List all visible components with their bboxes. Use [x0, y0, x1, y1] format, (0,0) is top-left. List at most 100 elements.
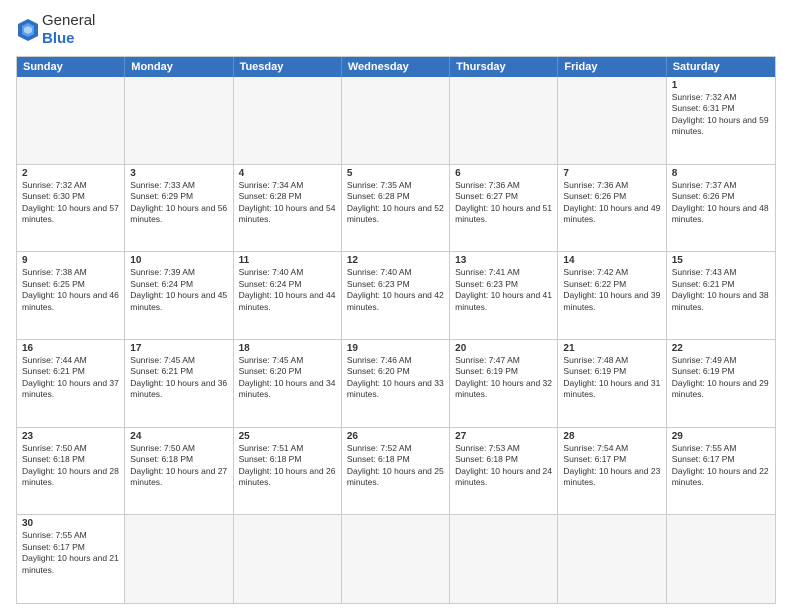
cell-text: Sunrise: 7:39 AM Sunset: 6:24 PM Dayligh… [130, 267, 227, 313]
calendar-cell: 18Sunrise: 7:45 AM Sunset: 6:20 PM Dayli… [234, 340, 342, 427]
calendar-cell: 1Sunrise: 7:32 AM Sunset: 6:31 PM Daylig… [667, 77, 775, 164]
calendar-cell: 3Sunrise: 7:33 AM Sunset: 6:29 PM Daylig… [125, 165, 233, 252]
cell-text: Sunrise: 7:41 AM Sunset: 6:23 PM Dayligh… [455, 267, 552, 313]
cell-text: Sunrise: 7:55 AM Sunset: 6:17 PM Dayligh… [22, 530, 119, 576]
calendar-cell: 26Sunrise: 7:52 AM Sunset: 6:18 PM Dayli… [342, 428, 450, 515]
day-number: 8 [672, 168, 770, 179]
calendar-cell: 20Sunrise: 7:47 AM Sunset: 6:19 PM Dayli… [450, 340, 558, 427]
cell-text: Sunrise: 7:34 AM Sunset: 6:28 PM Dayligh… [239, 180, 336, 226]
cell-text: Sunrise: 7:33 AM Sunset: 6:29 PM Dayligh… [130, 180, 227, 226]
day-number: 23 [22, 431, 119, 442]
weekday-header-monday: Monday [125, 57, 233, 77]
calendar-cell: 14Sunrise: 7:42 AM Sunset: 6:22 PM Dayli… [558, 252, 666, 339]
cell-text: Sunrise: 7:54 AM Sunset: 6:17 PM Dayligh… [563, 443, 660, 489]
calendar-row-0: 1Sunrise: 7:32 AM Sunset: 6:31 PM Daylig… [17, 77, 775, 165]
calendar-row-5: 30Sunrise: 7:55 AM Sunset: 6:17 PM Dayli… [17, 515, 775, 603]
cell-text: Sunrise: 7:45 AM Sunset: 6:20 PM Dayligh… [239, 355, 336, 401]
calendar-cell: 30Sunrise: 7:55 AM Sunset: 6:17 PM Dayli… [17, 515, 125, 603]
calendar-cell [234, 77, 342, 164]
cell-text: Sunrise: 7:32 AM Sunset: 6:31 PM Dayligh… [672, 92, 770, 138]
day-number: 15 [672, 255, 770, 266]
cell-text: Sunrise: 7:46 AM Sunset: 6:20 PM Dayligh… [347, 355, 444, 401]
day-number: 27 [455, 431, 552, 442]
calendar-cell [342, 515, 450, 603]
day-number: 6 [455, 168, 552, 179]
calendar-cell [558, 77, 666, 164]
day-number: 3 [130, 168, 227, 179]
day-number: 4 [239, 168, 336, 179]
weekday-header-sunday: Sunday [17, 57, 125, 77]
day-number: 21 [563, 343, 660, 354]
logo: General Blue [16, 12, 95, 48]
day-number: 26 [347, 431, 444, 442]
day-number: 2 [22, 168, 119, 179]
cell-text: Sunrise: 7:38 AM Sunset: 6:25 PM Dayligh… [22, 267, 119, 313]
calendar-cell: 15Sunrise: 7:43 AM Sunset: 6:21 PM Dayli… [667, 252, 775, 339]
day-number: 9 [22, 255, 119, 266]
weekday-header-thursday: Thursday [450, 57, 558, 77]
calendar-cell: 16Sunrise: 7:44 AM Sunset: 6:21 PM Dayli… [17, 340, 125, 427]
cell-text: Sunrise: 7:36 AM Sunset: 6:26 PM Dayligh… [563, 180, 660, 226]
calendar-cell [342, 77, 450, 164]
weekday-header-friday: Friday [558, 57, 666, 77]
calendar-cell: 8Sunrise: 7:37 AM Sunset: 6:26 PM Daylig… [667, 165, 775, 252]
calendar-row-4: 23Sunrise: 7:50 AM Sunset: 6:18 PM Dayli… [17, 428, 775, 516]
day-number: 20 [455, 343, 552, 354]
calendar-cell: 28Sunrise: 7:54 AM Sunset: 6:17 PM Dayli… [558, 428, 666, 515]
calendar-cell: 23Sunrise: 7:50 AM Sunset: 6:18 PM Dayli… [17, 428, 125, 515]
day-number: 25 [239, 431, 336, 442]
calendar-cell [125, 77, 233, 164]
calendar-cell: 9Sunrise: 7:38 AM Sunset: 6:25 PM Daylig… [17, 252, 125, 339]
cell-text: Sunrise: 7:55 AM Sunset: 6:17 PM Dayligh… [672, 443, 770, 489]
day-number: 5 [347, 168, 444, 179]
calendar-cell: 27Sunrise: 7:53 AM Sunset: 6:18 PM Dayli… [450, 428, 558, 515]
day-number: 10 [130, 255, 227, 266]
calendar-body: 1Sunrise: 7:32 AM Sunset: 6:31 PM Daylig… [17, 77, 775, 603]
calendar-cell [667, 515, 775, 603]
cell-text: Sunrise: 7:35 AM Sunset: 6:28 PM Dayligh… [347, 180, 444, 226]
calendar-cell: 19Sunrise: 7:46 AM Sunset: 6:20 PM Dayli… [342, 340, 450, 427]
calendar-row-3: 16Sunrise: 7:44 AM Sunset: 6:21 PM Dayli… [17, 340, 775, 428]
cell-text: Sunrise: 7:50 AM Sunset: 6:18 PM Dayligh… [130, 443, 227, 489]
cell-text: Sunrise: 7:44 AM Sunset: 6:21 PM Dayligh… [22, 355, 119, 401]
cell-text: Sunrise: 7:40 AM Sunset: 6:23 PM Dayligh… [347, 267, 444, 313]
day-number: 7 [563, 168, 660, 179]
calendar-cell: 21Sunrise: 7:48 AM Sunset: 6:19 PM Dayli… [558, 340, 666, 427]
day-number: 14 [563, 255, 660, 266]
weekday-header-wednesday: Wednesday [342, 57, 450, 77]
calendar-cell [450, 77, 558, 164]
calendar-cell: 5Sunrise: 7:35 AM Sunset: 6:28 PM Daylig… [342, 165, 450, 252]
calendar-cell [17, 77, 125, 164]
day-number: 16 [22, 343, 119, 354]
weekday-header-saturday: Saturday [667, 57, 775, 77]
calendar-cell: 13Sunrise: 7:41 AM Sunset: 6:23 PM Dayli… [450, 252, 558, 339]
day-number: 22 [672, 343, 770, 354]
calendar: SundayMondayTuesdayWednesdayThursdayFrid… [16, 56, 776, 604]
calendar-row-1: 2Sunrise: 7:32 AM Sunset: 6:30 PM Daylig… [17, 165, 775, 253]
calendar-cell [234, 515, 342, 603]
cell-text: Sunrise: 7:50 AM Sunset: 6:18 PM Dayligh… [22, 443, 119, 489]
calendar-cell: 17Sunrise: 7:45 AM Sunset: 6:21 PM Dayli… [125, 340, 233, 427]
day-number: 29 [672, 431, 770, 442]
cell-text: Sunrise: 7:37 AM Sunset: 6:26 PM Dayligh… [672, 180, 770, 226]
calendar-cell: 22Sunrise: 7:49 AM Sunset: 6:19 PM Dayli… [667, 340, 775, 427]
calendar-cell: 7Sunrise: 7:36 AM Sunset: 6:26 PM Daylig… [558, 165, 666, 252]
calendar-cell [125, 515, 233, 603]
calendar-cell: 24Sunrise: 7:50 AM Sunset: 6:18 PM Dayli… [125, 428, 233, 515]
header: General Blue [16, 12, 776, 48]
calendar-cell: 12Sunrise: 7:40 AM Sunset: 6:23 PM Dayli… [342, 252, 450, 339]
calendar-row-2: 9Sunrise: 7:38 AM Sunset: 6:25 PM Daylig… [17, 252, 775, 340]
calendar-cell: 29Sunrise: 7:55 AM Sunset: 6:17 PM Dayli… [667, 428, 775, 515]
cell-text: Sunrise: 7:36 AM Sunset: 6:27 PM Dayligh… [455, 180, 552, 226]
day-number: 17 [130, 343, 227, 354]
cell-text: Sunrise: 7:48 AM Sunset: 6:19 PM Dayligh… [563, 355, 660, 401]
cell-text: Sunrise: 7:47 AM Sunset: 6:19 PM Dayligh… [455, 355, 552, 401]
calendar-cell [450, 515, 558, 603]
day-number: 12 [347, 255, 444, 266]
calendar-cell: 4Sunrise: 7:34 AM Sunset: 6:28 PM Daylig… [234, 165, 342, 252]
cell-text: Sunrise: 7:52 AM Sunset: 6:18 PM Dayligh… [347, 443, 444, 489]
cell-text: Sunrise: 7:45 AM Sunset: 6:21 PM Dayligh… [130, 355, 227, 401]
calendar-header: SundayMondayTuesdayWednesdayThursdayFrid… [17, 57, 775, 77]
cell-text: Sunrise: 7:51 AM Sunset: 6:18 PM Dayligh… [239, 443, 336, 489]
cell-text: Sunrise: 7:40 AM Sunset: 6:24 PM Dayligh… [239, 267, 336, 313]
